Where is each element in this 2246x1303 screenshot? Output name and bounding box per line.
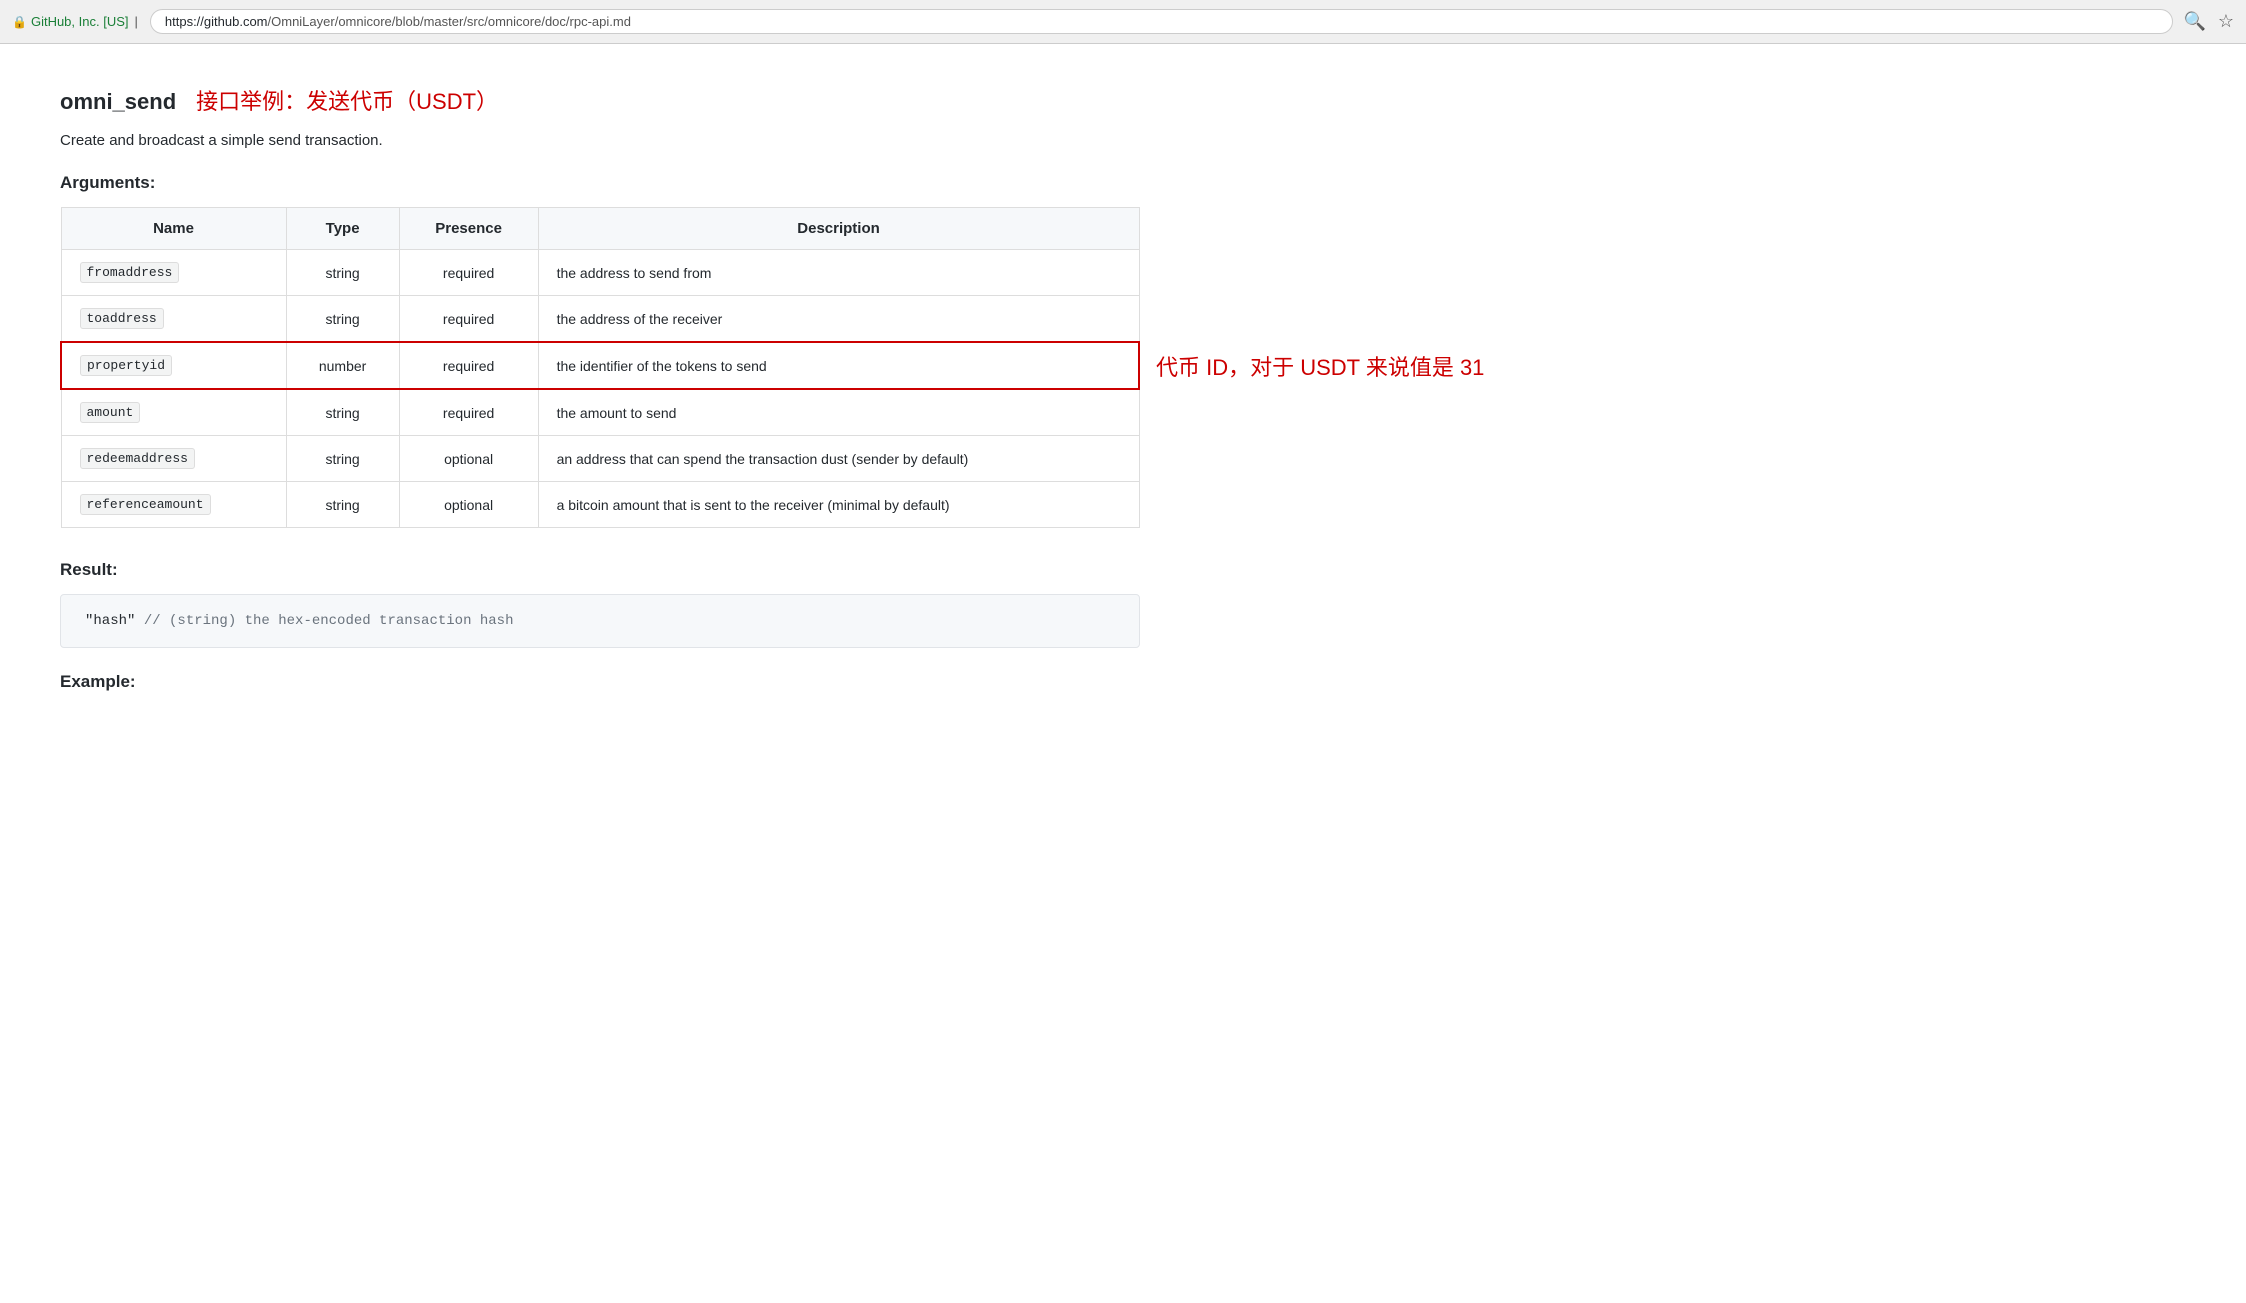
row-presence: required (399, 250, 538, 296)
row-presence: optional (399, 436, 538, 482)
api-subtitle: 接口举例：发送代币（USDT） (196, 84, 498, 116)
row-name: fromaddress (61, 250, 286, 296)
arguments-title: Arguments: (60, 173, 1140, 193)
result-title: Result: (60, 560, 1140, 580)
row-description: the amount to send (538, 389, 1139, 436)
row-description: the address to send from (538, 250, 1139, 296)
example-title: Example: (60, 672, 1140, 692)
row-presence: optional (399, 482, 538, 528)
table-row: propertyidnumberrequiredthe identifier o… (61, 342, 1139, 389)
row-name: redeemaddress (61, 436, 286, 482)
row-type: string (286, 482, 399, 528)
table-row: toaddressstringrequiredthe address of th… (61, 296, 1139, 343)
result-code-block: "hash" // (string) the hex-encoded trans… (60, 594, 1140, 648)
row-type: string (286, 296, 399, 343)
row-type: string (286, 436, 399, 482)
lock-icon: 🔒 (12, 15, 27, 29)
row-type: string (286, 250, 399, 296)
arguments-table: Name Type Presence Description fromaddre… (60, 207, 1140, 528)
row-presence: required (399, 342, 538, 389)
url-base: https://github.com (165, 14, 268, 29)
result-comment: // (string) the hex-encoded transaction … (144, 613, 514, 629)
col-header-type: Type (286, 208, 399, 250)
result-code: "hash" // (string) the hex-encoded trans… (85, 613, 513, 629)
row-name: referenceamount (61, 482, 286, 528)
col-header-name: Name (61, 208, 286, 250)
row-description: a bitcoin amount that is sent to the rec… (538, 482, 1139, 528)
table-header-row: Name Type Presence Description (61, 208, 1139, 250)
page-content: omni_send 接口举例：发送代币（USDT） Create and bro… (0, 44, 1200, 746)
row-presence: required (399, 389, 538, 436)
page-header: omni_send 接口举例：发送代币（USDT） (60, 84, 1140, 116)
row-presence: required (399, 296, 538, 343)
search-icon[interactable]: 🔍 (2183, 11, 2205, 32)
table-wrapper: Name Type Presence Description fromaddre… (60, 207, 1140, 528)
security-label: GitHub, Inc. [US] (31, 14, 129, 29)
browser-chrome: 🔒 GitHub, Inc. [US] | https://github.com… (0, 0, 2246, 44)
page-description: Create and broadcast a simple send trans… (60, 132, 1140, 149)
address-bar[interactable]: https://github.com /OmniLayer/omnicore/b… (150, 9, 2174, 34)
result-section: Result: "hash" // (string) the hex-encod… (60, 560, 1140, 648)
table-row: redeemaddressstringoptionalan address th… (61, 436, 1139, 482)
row-description: the identifier of the tokens to send代币 I… (538, 342, 1139, 389)
url-separator: | (135, 14, 138, 29)
col-header-description: Description (538, 208, 1139, 250)
table-row: fromaddressstringrequiredthe address to … (61, 250, 1139, 296)
api-name: omni_send (60, 89, 176, 115)
highlight-annotation: 代币 ID，对于 USDT 来说值是 31 (1156, 350, 1598, 382)
row-name: toaddress (61, 296, 286, 343)
browser-actions: 🔍 ☆ (2183, 11, 2234, 32)
row-type: string (286, 389, 399, 436)
row-description: the address of the receiver (538, 296, 1139, 343)
arguments-section: Arguments: Name Type Presence Descriptio… (60, 173, 1140, 528)
row-description: an address that can spend the transactio… (538, 436, 1139, 482)
example-section: Example: (60, 672, 1140, 692)
url-path: /OmniLayer/omnicore/blob/master/src/omni… (268, 14, 631, 29)
row-type: number (286, 342, 399, 389)
col-header-presence: Presence (399, 208, 538, 250)
bookmark-icon[interactable]: ☆ (2218, 11, 2234, 32)
row-name: amount (61, 389, 286, 436)
security-indicator: 🔒 GitHub, Inc. [US] | (12, 14, 140, 29)
table-row: amountstringrequiredthe amount to send (61, 389, 1139, 436)
row-name: propertyid (61, 342, 286, 389)
table-row: referenceamountstringoptionala bitcoin a… (61, 482, 1139, 528)
